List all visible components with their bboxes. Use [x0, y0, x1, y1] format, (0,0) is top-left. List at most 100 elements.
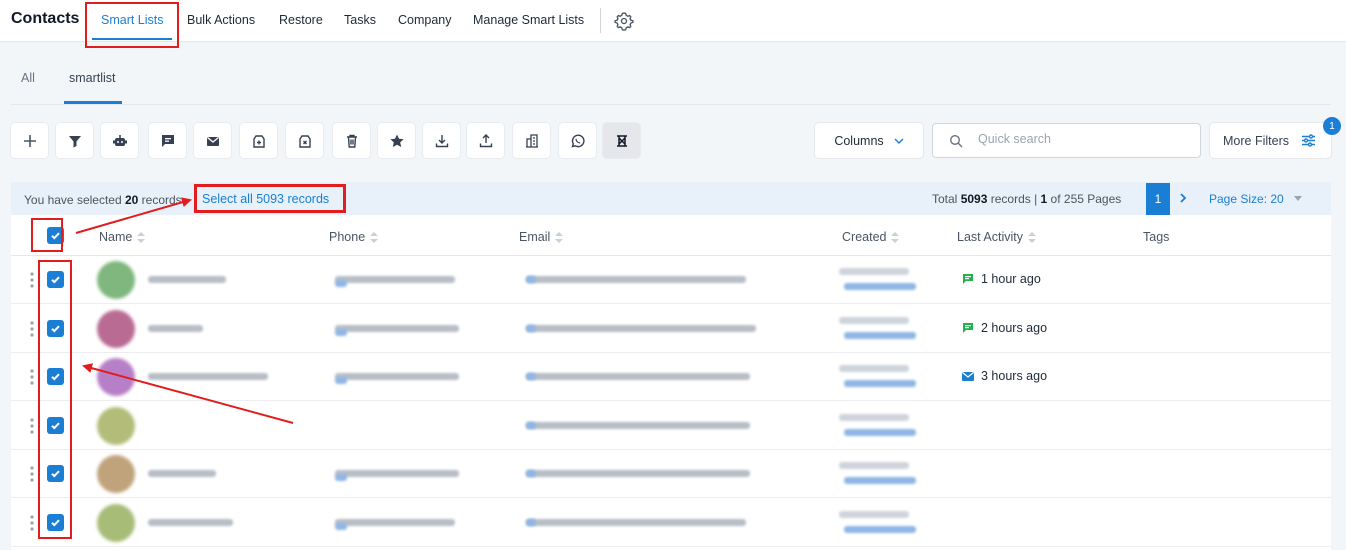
column-header-created[interactable]: Created	[842, 230, 900, 244]
sort-icon	[1028, 231, 1036, 243]
drag-handle-icon[interactable]	[30, 272, 34, 288]
email-redacted	[526, 373, 750, 380]
nav-restore[interactable]: Restore	[279, 13, 323, 27]
email-icon-redacted	[526, 421, 536, 429]
filter-icon	[68, 135, 81, 147]
avatar	[97, 309, 135, 348]
phone-icon-redacted	[335, 328, 347, 336]
created-date-redacted	[839, 365, 909, 372]
select-all-records-link[interactable]: Select all 5093 records	[202, 192, 329, 206]
upload-icon	[479, 133, 492, 147]
import-button[interactable]	[467, 123, 504, 158]
message-icon	[161, 134, 174, 147]
tab-smartlist[interactable]: smartlist	[69, 71, 116, 85]
created-by-redacted	[844, 525, 916, 533]
email-redacted	[526, 276, 746, 283]
send-email-button[interactable]	[194, 123, 231, 158]
sort-icon	[555, 231, 564, 243]
caret-down-icon	[1294, 196, 1302, 201]
phone-icon-redacted	[335, 474, 347, 481]
nav-bulk-actions[interactable]: Bulk Actions	[187, 13, 255, 27]
nav-company[interactable]: Company	[398, 13, 452, 27]
email-icon-redacted	[526, 373, 536, 380]
chevron-right-icon[interactable]	[1177, 189, 1189, 207]
table-row[interactable]	[11, 450, 1331, 498]
search-input[interactable]	[978, 132, 1178, 146]
more-filters-button[interactable]: More Filters	[1210, 123, 1331, 158]
total-records: Total 5093 records | 1 of 255 Pages	[932, 192, 1122, 206]
column-header-email[interactable]: Email	[519, 230, 564, 244]
phone-redacted	[335, 470, 459, 477]
drag-handle-icon[interactable]	[30, 320, 34, 337]
last-activity: 1 hour ago	[962, 272, 1041, 286]
quick-search[interactable]	[932, 123, 1201, 158]
table-header: Name Phone Email Created Last Activity T…	[11, 215, 1331, 256]
sort-icon	[137, 231, 146, 243]
phone-icon-redacted	[335, 377, 347, 384]
plus-icon	[23, 134, 36, 147]
drag-handle-icon[interactable]	[30, 466, 34, 482]
column-header-last-activity[interactable]: Last Activity	[957, 230, 1036, 244]
more-filters-label: More Filters	[1223, 133, 1289, 148]
column-header-name[interactable]: Name	[99, 230, 146, 244]
last-activity-text: 2 hours ago	[981, 320, 1048, 335]
email-redacted	[526, 421, 750, 429]
filter-count-badge: 1	[1323, 117, 1341, 135]
send-sms-button[interactable]	[149, 123, 186, 158]
sliders-icon	[1301, 134, 1315, 147]
avatar	[97, 406, 135, 445]
add-contact-button[interactable]	[11, 123, 48, 158]
email-redacted	[526, 470, 750, 477]
drag-handle-icon[interactable]	[30, 514, 34, 531]
created-date-redacted	[839, 413, 909, 421]
page-title: Contacts	[11, 10, 80, 27]
whatsapp-button[interactable]	[559, 123, 596, 158]
avatar	[97, 261, 135, 299]
table-row[interactable]	[11, 402, 1331, 450]
tab-all[interactable]: All	[21, 71, 35, 85]
table-row[interactable]	[11, 499, 1331, 547]
columns-dropdown[interactable]: Columns	[815, 123, 923, 158]
export-button[interactable]	[423, 123, 460, 158]
add-tag-button[interactable]	[240, 123, 277, 158]
created-by-redacted	[844, 477, 916, 484]
message-icon	[963, 274, 973, 284]
add-to-company-button[interactable]	[513, 123, 550, 158]
contact-name-redacted	[148, 470, 216, 477]
company-icon	[525, 133, 538, 148]
delete-button[interactable]	[333, 123, 370, 158]
table-row[interactable]: 2 hours ago	[11, 305, 1331, 353]
selection-message: You have selected 20 records.	[24, 193, 186, 207]
download-icon	[435, 134, 448, 147]
table-row[interactable]: 1 hour ago	[11, 256, 1331, 304]
star-icon	[389, 134, 404, 147]
nav-manage-smart-lists[interactable]: Manage Smart Lists	[473, 13, 584, 27]
gear-icon[interactable]	[614, 11, 634, 31]
review-button[interactable]	[378, 123, 415, 158]
merge-button[interactable]	[603, 123, 640, 158]
phone-icon-redacted	[335, 522, 347, 530]
page-size-select[interactable]: Page Size: 20	[1209, 192, 1284, 206]
page-1-button[interactable]: 1	[1146, 183, 1170, 215]
created-by-redacted	[844, 283, 916, 290]
whatsapp-icon	[570, 134, 585, 147]
trash-icon	[346, 134, 357, 148]
created-by-redacted	[844, 428, 916, 436]
message-icon	[963, 322, 973, 333]
annotation-highlight-row-checkboxes	[38, 260, 72, 539]
contact-name-redacted	[148, 373, 268, 380]
remove-tag-button[interactable]	[286, 123, 323, 158]
drag-handle-icon[interactable]	[30, 417, 34, 434]
drag-handle-icon[interactable]	[30, 369, 34, 385]
workflow-button[interactable]	[101, 123, 138, 158]
phone-redacted	[335, 518, 455, 526]
nav-tasks[interactable]: Tasks	[344, 13, 376, 27]
search-icon	[949, 134, 963, 148]
email-icon	[962, 372, 974, 381]
avatar	[97, 503, 135, 542]
column-header-phone[interactable]: Phone	[329, 230, 379, 244]
table-row[interactable]: 3 hours ago	[11, 353, 1331, 401]
filter-button[interactable]	[56, 123, 93, 158]
columns-label: Columns	[834, 133, 884, 148]
chevron-down-icon	[894, 138, 904, 144]
